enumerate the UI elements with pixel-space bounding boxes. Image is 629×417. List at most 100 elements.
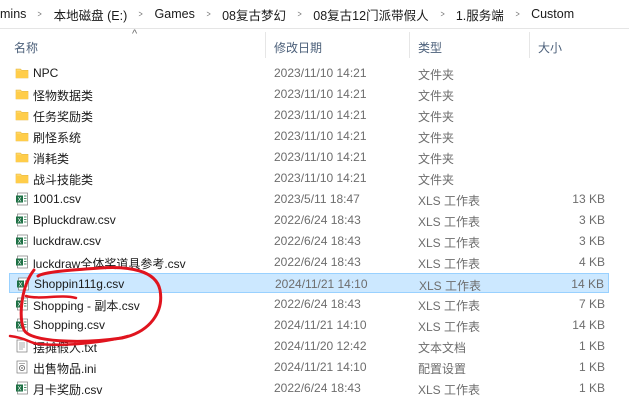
csv-file-icon: X <box>15 381 29 395</box>
file-date: 2023/11/10 14:21 <box>274 66 367 80</box>
text-file-icon <box>15 339 29 353</box>
breadcrumb-chevron-icon[interactable]: > <box>30 9 50 19</box>
breadcrumb-item[interactable]: Games <box>154 7 196 21</box>
file-row[interactable]: X Shopping.csv 2024/11/21 14:10 XLS 工作表 14 K… <box>9 315 609 335</box>
column-name-header[interactable]: 名称 <box>14 39 38 56</box>
breadcrumb-item[interactable]: Custom <box>530 7 575 21</box>
file-type: XLS 工作表 <box>419 279 482 293</box>
file-date: 2022/6/24 18:43 <box>274 255 361 269</box>
file-name: Shopping.csv <box>33 318 106 332</box>
breadcrumb-item[interactable]: 本地磁盘 (E:) <box>53 5 129 24</box>
file-type: XLS 工作表 <box>418 236 481 250</box>
file-date: 2022/6/24 18:43 <box>274 234 361 248</box>
file-type: 文件夹 <box>418 152 455 166</box>
file-date: 2023/5/11 18:47 <box>274 192 360 206</box>
file-row[interactable]: 出售物品.ini 2024/11/21 14:10 配置设置 1 KB <box>9 357 609 377</box>
file-type: 文件夹 <box>418 110 455 124</box>
file-date: 2023/11/10 14:21 <box>274 171 367 185</box>
breadcrumb-chevron-icon[interactable]: > <box>131 9 151 19</box>
file-row[interactable]: X Shopping - 副本.csv 2022/6/24 18:43 XLS 工作表… <box>9 294 609 314</box>
file-name: 1001.csv <box>33 192 82 206</box>
file-name: Bpluckdraw.csv <box>33 213 116 227</box>
file-name: Shoppin111g.csv <box>34 277 125 291</box>
file-row[interactable]: NPC 2023/11/10 14:21 文件夹 <box>9 63 609 83</box>
column-divider[interactable] <box>529 32 530 58</box>
file-date: 2024/11/21 14:10 <box>274 318 367 332</box>
file-size: 1 KB <box>578 381 605 395</box>
breadcrumb-chevron-icon[interactable]: > <box>507 9 527 19</box>
file-size: 4 KB <box>578 255 605 269</box>
file-date: 2022/6/24 18:43 <box>274 297 361 311</box>
file-row[interactable]: X Bpluckdraw.csv 2022/6/24 18:43 XLS 工作表 3 K… <box>9 210 609 230</box>
column-divider[interactable] <box>265 32 266 58</box>
file-size: 1 KB <box>578 339 605 353</box>
file-name: 消耗类 <box>33 152 70 166</box>
folder-icon <box>15 66 29 80</box>
breadcrumb-item[interactable]: 08复古12门派带假人 <box>312 5 429 24</box>
breadcrumb: mins > 本地磁盘 (E:) > Games >08复古梦幻 >08复古12门派带假人 >… <box>0 0 629 29</box>
csv-file-icon: X <box>15 255 29 269</box>
file-size: 3 KB <box>578 234 605 248</box>
file-type: 文件夹 <box>418 173 455 187</box>
file-type: XLS 工作表 <box>418 194 481 208</box>
svg-text:X: X <box>18 282 22 288</box>
file-row[interactable]: 消耗类 2023/11/10 14:21 文件夹 <box>9 147 609 167</box>
file-type: 文件夹 <box>418 89 455 103</box>
breadcrumb-item[interactable]: 08复古梦幻 <box>221 5 287 24</box>
folder-icon <box>15 108 29 122</box>
file-type: 文件夹 <box>418 131 455 145</box>
svg-text:X: X <box>17 323 21 329</box>
breadcrumb-chevron-icon[interactable]: > <box>198 9 218 19</box>
breadcrumb-chevron-icon[interactable]: > <box>432 9 452 19</box>
folder-icon <box>15 171 29 185</box>
file-size: 3 KB <box>578 213 605 227</box>
csv-file-icon: X <box>15 213 29 227</box>
file-row[interactable]: Xluckdraw.csv 2022/6/24 18:43 XLS 工作表 3 KB <box>9 231 609 251</box>
file-name: 刷怪系统 <box>33 131 82 145</box>
file-name: Shopping - 副本.csv <box>33 299 140 313</box>
column-size-header[interactable]: 大小 <box>538 39 562 56</box>
file-row[interactable]: 刷怪系统 2023/11/10 14:21 文件夹 <box>9 126 609 146</box>
file-date: 2022/6/24 18:43 <box>274 381 361 395</box>
file-row[interactable]: 战斗技能类 2023/11/10 14:21 文件夹 <box>9 168 609 188</box>
file-row[interactable]: 任务奖励类 2023/11/10 14:21 文件夹 <box>9 105 609 125</box>
file-date: 2024/11/21 14:10 <box>275 277 368 291</box>
file-date: 2023/11/10 14:21 <box>274 129 367 143</box>
file-name: 月卡奖励.csv <box>33 383 103 397</box>
file-name: 出售物品.ini <box>33 362 97 376</box>
file-type: XLS 工作表 <box>418 320 481 334</box>
file-row[interactable]: X 月卡奖励.csv 2022/6/24 18:43 XLS 工作表 1 KB <box>9 378 609 398</box>
folder-icon <box>15 150 29 164</box>
breadcrumb-chevron-icon[interactable]: > <box>290 9 310 19</box>
file-date: 2023/11/10 14:21 <box>274 108 367 122</box>
csv-file-icon: X <box>15 234 29 248</box>
csv-file-icon: X <box>15 192 29 206</box>
file-type: 配置设置 <box>418 362 467 376</box>
file-size: 7 KB <box>578 297 605 311</box>
file-name: 任务奖励类 <box>33 110 94 124</box>
column-type-header[interactable]: 类型 <box>418 39 442 56</box>
file-row[interactable]: 摆摊假人.txt 2024/11/20 12:42 文本文档 1 KB <box>9 336 609 356</box>
file-type: XLS 工作表 <box>418 257 481 271</box>
file-date: 2024/11/20 12:42 <box>274 339 367 353</box>
sort-ascending-icon: ^ <box>132 28 138 40</box>
file-row[interactable]: Xluckdraw全体奖道具参考.csv 2022/6/24 18:43 XLS 工… <box>9 252 609 272</box>
file-date: 2023/11/10 14:21 <box>274 87 367 101</box>
file-date: 2022/6/24 18:43 <box>274 213 361 227</box>
column-date-header[interactable]: 修改日期 <box>274 39 322 56</box>
file-row[interactable]: 怪物数据类 2023/11/10 14:21 文件夹 <box>9 84 609 104</box>
column-divider[interactable] <box>409 32 410 58</box>
svg-text:X: X <box>17 218 21 224</box>
file-name: 怪物数据类 <box>33 89 94 103</box>
breadcrumb-item[interactable]: mins <box>0 7 27 21</box>
file-type: XLS 工作表 <box>418 383 481 397</box>
file-type: 文件夹 <box>418 68 455 82</box>
file-row[interactable]: X 1001.csv 2023/5/11 18:47 XLS 工作表 13 KB <box>9 189 609 209</box>
file-row[interactable]: X Shoppin111g.csv 2024/11/21 14:10 XLS 工作表 1… <box>9 273 609 293</box>
breadcrumb-item[interactable]: 1.服务端 <box>455 5 505 24</box>
file-name: 战斗技能类 <box>33 173 94 187</box>
svg-text:X: X <box>17 302 21 308</box>
file-size: 14 KB <box>572 318 605 332</box>
file-name: 摆摊假人.txt <box>33 341 98 355</box>
file-date: 2023/11/10 14:21 <box>274 150 367 164</box>
